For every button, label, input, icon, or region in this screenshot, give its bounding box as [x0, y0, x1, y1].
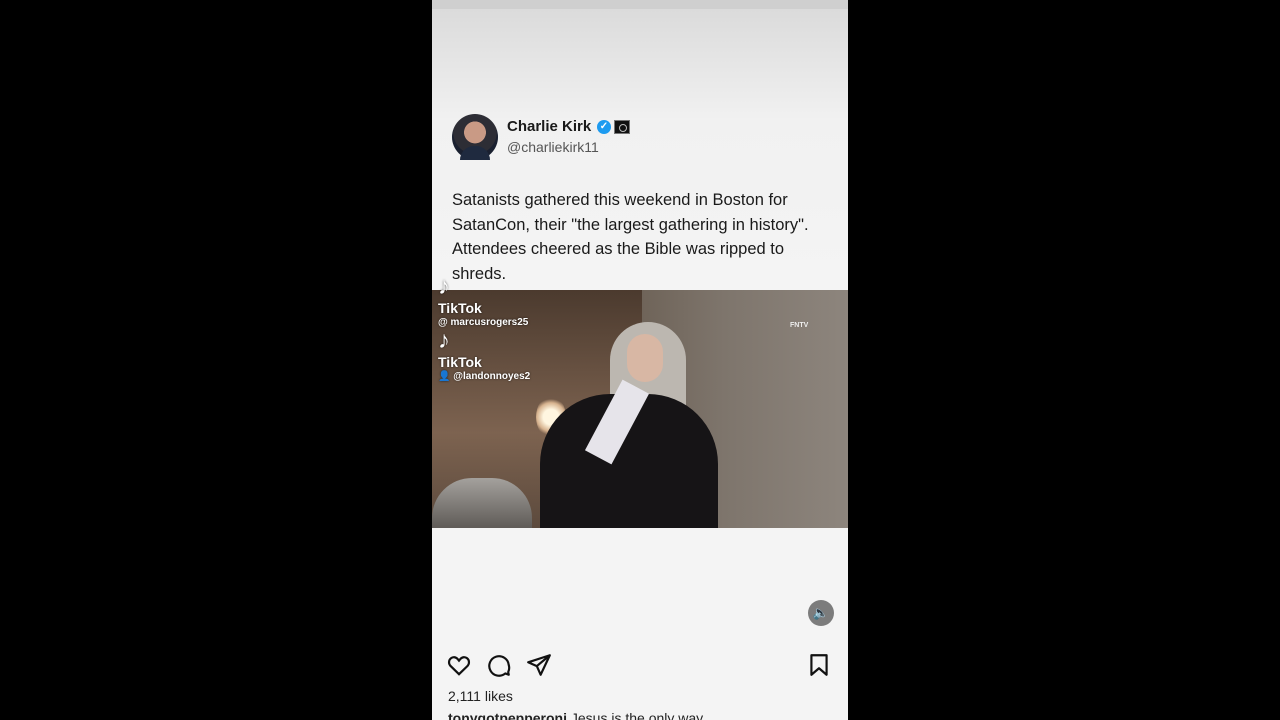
- comment-icon[interactable]: [486, 652, 512, 678]
- mute-button[interactable]: 🔈: [808, 600, 834, 626]
- tiktok-username: @ marcusrogers25: [438, 317, 529, 328]
- tiktok-logo-icon: ♪: [438, 327, 450, 354]
- caption-text: Jesus is the only way: [567, 710, 704, 720]
- verified-check-icon: ✓: [597, 120, 611, 134]
- tiktok-username: 👤 @landonnoyes2: [438, 371, 531, 382]
- top-bar: [432, 0, 848, 9]
- video-watermark: FNTV: [790, 322, 809, 329]
- bookmark-icon[interactable]: [806, 652, 832, 678]
- avatar: [452, 114, 498, 160]
- tiktok-watermark-1: ♪ TikTok @ marcusrogers25: [438, 273, 529, 329]
- tiktok-watermark-2: ♪ TikTok 👤 @landonnoyes2: [438, 327, 531, 383]
- share-icon[interactable]: [526, 652, 552, 678]
- likes-count[interactable]: 2,111 likes: [448, 688, 513, 704]
- tiktok-brand: TikTok: [438, 300, 482, 316]
- post-caption: tonygotpepperoni Jesus is the only way: [448, 710, 703, 720]
- action-bar: [432, 650, 848, 680]
- affiliate-badge-icon: [614, 120, 630, 134]
- tweet-handle: @charliekirk11: [507, 139, 599, 155]
- heart-icon[interactable]: [446, 652, 472, 678]
- tweet-text: Satanists gathered this weekend in Bosto…: [452, 191, 809, 283]
- tiktok-logo-icon: ♪: [438, 273, 450, 300]
- speaker-icon: 🔈: [812, 605, 830, 620]
- tweet-card: Charlie Kirk ✓ @charliekirk11 Satanists …: [432, 98, 848, 290]
- video-person-face: [627, 334, 663, 382]
- caption-username[interactable]: tonygotpepperoni: [448, 710, 567, 720]
- post-frame: Charlie Kirk ✓ @charliekirk11 Satanists …: [432, 0, 848, 720]
- tiktok-brand: TikTok: [438, 354, 482, 370]
- tweet-author-name: Charlie Kirk: [507, 118, 592, 135]
